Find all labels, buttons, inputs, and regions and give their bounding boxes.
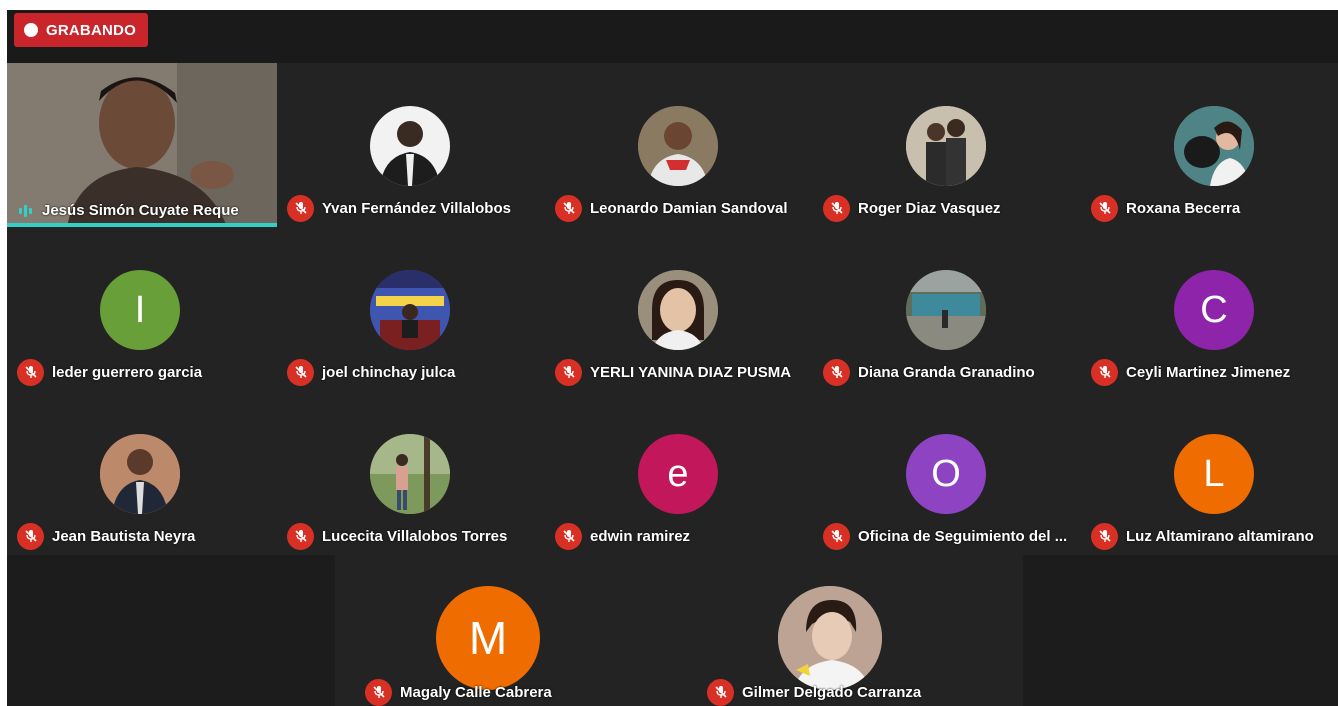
mic-muted-icon: [1091, 194, 1118, 222]
participant-tile[interactable]: Roxana Becerra: [1081, 63, 1338, 227]
participant-tile[interactable]: YERLI YANINA DIAZ PUSMA: [545, 227, 811, 391]
participant-name-label: Jean Bautista Neyra: [17, 522, 269, 550]
participant-avatar: C: [1174, 270, 1254, 350]
meeting-stage: GRABANDO Jesús Simón Cuyate Reque Yvan F…: [7, 10, 1338, 706]
participant-tile[interactable]: C Ceyli Martinez Jimenez: [1081, 227, 1338, 391]
participant-avatar: [906, 106, 986, 186]
participant-name-label: Oficina de Seguimiento del ...: [823, 522, 1075, 550]
participant-avatar: [1174, 106, 1254, 186]
top-bar: GRABANDO: [7, 10, 1338, 63]
participant-avatar: [638, 270, 718, 350]
gallery-row-2: I leder guerrero garcia joel chinchay ju…: [7, 227, 1338, 391]
participant-name-label: Diana Granda Granadino: [823, 358, 1075, 386]
participant-avatar: [906, 270, 986, 350]
participant-avatar: O: [906, 434, 986, 514]
recording-indicator: GRABANDO: [14, 13, 148, 47]
gallery-row-3: Jean Bautista Neyra Lucecita Villalobos …: [7, 391, 1338, 555]
participant-tile[interactable]: M Magaly Calle Cabrera: [355, 555, 621, 706]
participant-avatar: [100, 434, 180, 514]
mic-muted-icon: [287, 194, 314, 222]
participant-tile[interactable]: Leonardo Damian Sandoval: [545, 63, 811, 227]
participant-name-label: Ceyli Martinez Jimenez: [1091, 358, 1338, 386]
participant-name-label: edwin ramirez: [555, 522, 807, 550]
participant-avatar: I: [100, 270, 180, 350]
participant-avatar: e: [638, 434, 718, 514]
participant-tile[interactable]: L Luz Altamirano altamirano: [1081, 391, 1338, 555]
participant-name-label: Roger Diaz Vasquez: [823, 194, 1075, 222]
gallery-row-4: M Magaly Calle Cabrera Gilmer Delgado Ca…: [7, 555, 1338, 706]
mic-muted-icon: [823, 358, 850, 386]
participant-name-label: Leonardo Damian Sandoval: [555, 194, 807, 222]
participant-tile[interactable]: I leder guerrero garcia: [7, 227, 273, 391]
participant-tile[interactable]: Diana Granda Granadino: [813, 227, 1079, 391]
participant-name-label: YERLI YANINA DIAZ PUSMA: [555, 358, 807, 386]
participant-name-label: Yvan Fernández Villalobos: [287, 194, 539, 222]
participant-tile[interactable]: O Oficina de Seguimiento del ...: [813, 391, 1079, 555]
participant-name-label: Magaly Calle Cabrera: [365, 678, 617, 706]
mic-muted-icon: [555, 358, 582, 386]
participant-name-label: leder guerrero garcia: [17, 358, 269, 386]
participant-tile[interactable]: Lucecita Villalobos Torres: [277, 391, 543, 555]
participant-name-label: Luz Altamirano altamirano: [1091, 522, 1338, 550]
mic-muted-icon: [365, 678, 392, 706]
mic-muted-icon: [17, 522, 44, 550]
participant-name-label: joel chinchay julca: [287, 358, 539, 386]
participant-avatar: L: [1174, 434, 1254, 514]
mic-muted-icon: [707, 678, 734, 706]
mic-muted-icon: [555, 194, 582, 222]
active-speaker-tile[interactable]: Jesús Simón Cuyate Reque: [7, 63, 277, 227]
participant-avatar: [370, 270, 450, 350]
participant-avatar: [778, 586, 882, 690]
mic-muted-icon: [823, 194, 850, 222]
participant-avatar: M: [436, 586, 540, 690]
mic-muted-icon: [287, 522, 314, 550]
recording-label: GRABANDO: [46, 21, 136, 39]
active-speaker-name-label: Jesús Simón Cuyate Reque: [19, 202, 239, 219]
mic-muted-icon: [1091, 522, 1118, 550]
gallery-row-1: Jesús Simón Cuyate Reque Yvan Fernández …: [7, 63, 1338, 227]
participant-tile[interactable]: Jean Bautista Neyra: [7, 391, 273, 555]
record-dot-icon: [24, 23, 38, 37]
participant-avatar: [370, 434, 450, 514]
mic-muted-icon: [1091, 358, 1118, 386]
participant-tile[interactable]: joel chinchay julca: [277, 227, 543, 391]
participant-tile[interactable]: Roger Diaz Vasquez: [813, 63, 1079, 227]
participant-avatar: [370, 106, 450, 186]
mic-muted-icon: [555, 522, 582, 550]
participant-avatar: [638, 106, 718, 186]
mic-muted-icon: [823, 522, 850, 550]
participant-name-label: Gilmer Delgado Carranza: [707, 678, 959, 706]
participant-tile[interactable]: e edwin ramirez: [545, 391, 811, 555]
participant-tile[interactable]: Gilmer Delgado Carranza: [697, 555, 963, 706]
participant-tile[interactable]: Yvan Fernández Villalobos: [277, 63, 543, 227]
participant-name-label: Roxana Becerra: [1091, 194, 1338, 222]
audio-level-icon: [19, 204, 32, 217]
participant-name-label: Lucecita Villalobos Torres: [287, 522, 539, 550]
mic-muted-icon: [287, 358, 314, 386]
mic-muted-icon: [17, 358, 44, 386]
